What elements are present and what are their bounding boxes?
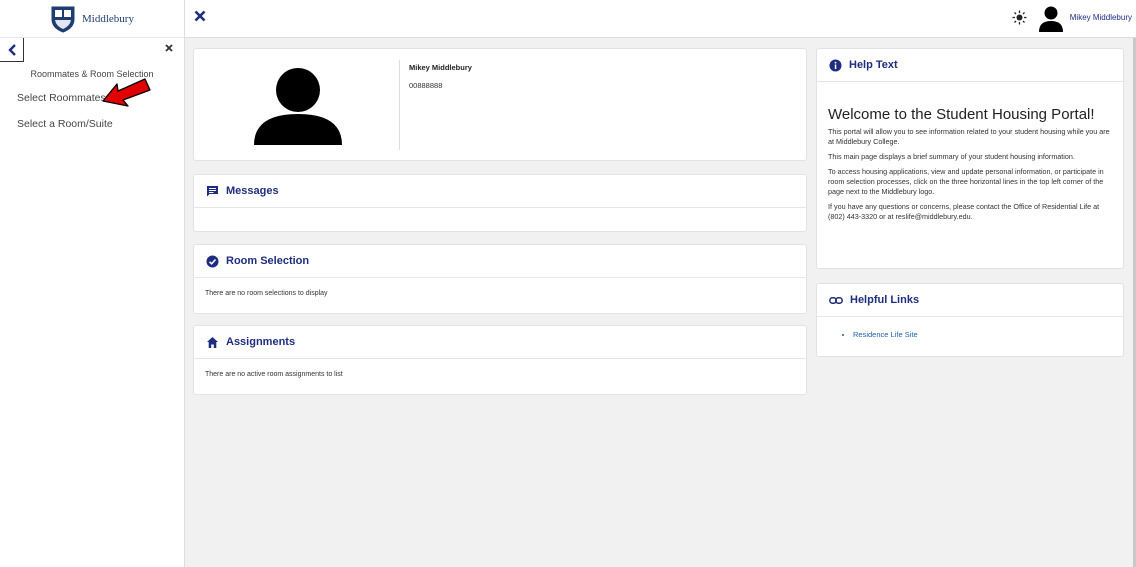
middlebury-shield-icon: [51, 6, 75, 33]
assignments-card: Assignments There are no active room ass…: [193, 325, 807, 395]
red-arrow-annotation-icon: [102, 78, 151, 107]
sidebar-item-select-roommates[interactable]: Select Roommates: [0, 92, 184, 104]
sidebar-item-select-room-suite[interactable]: Select a Room/Suite: [0, 118, 184, 130]
logo-text: Middlebury: [82, 12, 134, 25]
home-icon: [207, 336, 218, 348]
help-paragraph: To access housing applications, view and…: [828, 167, 1104, 196]
close-menu-icon[interactable]: [194, 10, 206, 22]
help-text-header: Help Text: [817, 49, 1123, 82]
close-icon[interactable]: [165, 44, 173, 52]
help-text-card: Help Text Welcome to the Student Housing…: [816, 48, 1124, 269]
room-selection-empty-text: There are no room selections to display: [205, 290, 328, 297]
messages-card: Messages: [193, 174, 807, 232]
help-paragraph: This portal will allow you to see inform…: [828, 127, 1110, 146]
sidebar-logo[interactable]: Middlebury: [0, 0, 184, 38]
assignments-header: Assignments: [194, 326, 806, 359]
assignments-title: Assignments: [226, 336, 296, 348]
helpful-links-card: Helpful Links Residence Life Site: [816, 283, 1124, 357]
message-icon: [207, 185, 218, 196]
help-text-title: Help Text: [849, 59, 898, 71]
profile-card: Mikey Middlebury 00888888: [193, 48, 807, 161]
help-paragraph: If you have any questions or concerns, p…: [828, 202, 1100, 221]
info-icon: [829, 59, 842, 71]
messages-title: Messages: [226, 185, 279, 197]
profile-name: Mikey Middlebury: [409, 63, 472, 72]
helpful-links-list: Residence Life Site: [828, 330, 1112, 339]
assignments-empty-text: There are no active room assignments to …: [205, 371, 343, 378]
theme-toggle-sun-icon[interactable]: [1012, 10, 1027, 25]
help-paragraph: This main page displays a brief summary …: [828, 152, 1075, 161]
messages-header: Messages: [194, 175, 806, 208]
back-button[interactable]: [0, 38, 24, 62]
check-circle-icon: [206, 255, 219, 267]
link-residence-life-site[interactable]: Residence Life Site: [853, 330, 1112, 339]
link-icon: [829, 296, 843, 304]
sidebar-section-title: Roommates & Room Selection: [30, 69, 154, 79]
profile-divider: [399, 60, 400, 150]
top-bar: Mikey Middlebury: [185, 0, 1136, 38]
profile-id: 00888888: [409, 81, 443, 90]
sidebar: Middlebury Roommates & Room Selection Se…: [0, 0, 185, 567]
helpful-links-body: Residence Life Site: [817, 317, 1123, 351]
room-selection-title: Room Selection: [226, 255, 310, 267]
user-avatar-icon[interactable]: [1039, 6, 1063, 32]
help-heading: Welcome to the Student Housing Portal!: [828, 106, 1095, 123]
help-text-body: Welcome to the Student Housing Portal! T…: [817, 82, 1123, 239]
room-selection-card: Room Selection There are no room selecti…: [193, 244, 807, 314]
helpful-links-title: Helpful Links: [850, 294, 920, 306]
room-selection-header: Room Selection: [194, 245, 806, 278]
user-name-link[interactable]: Mikey Middlebury: [1070, 13, 1132, 22]
profile-avatar-icon: [254, 68, 342, 145]
sidebar-nav-head: [0, 38, 184, 62]
helpful-links-header: Helpful Links: [817, 284, 1123, 317]
chevron-left-icon: [7, 43, 16, 56]
